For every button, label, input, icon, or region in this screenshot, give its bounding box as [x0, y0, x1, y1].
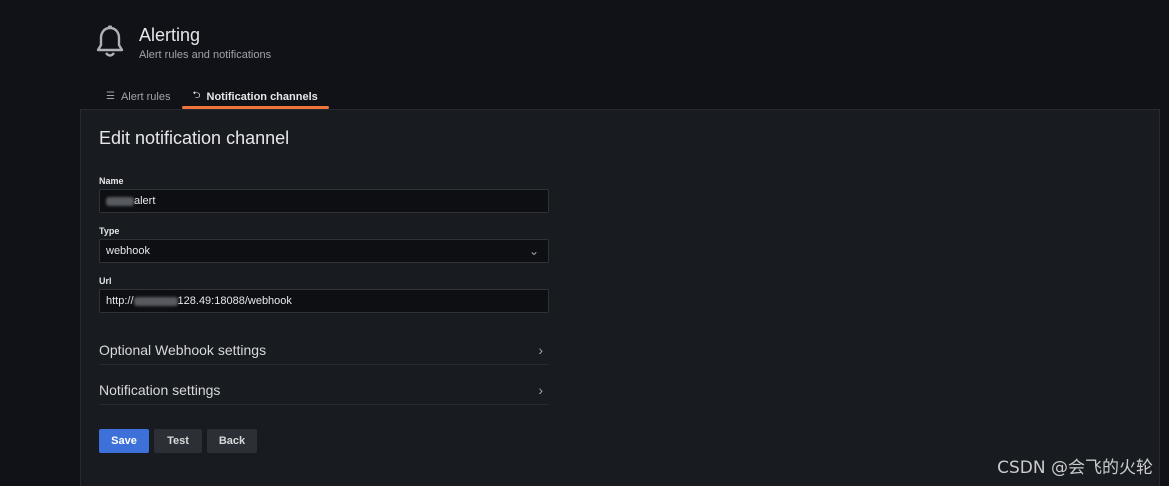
url-prefix: http://	[106, 295, 134, 307]
name-field[interactable]: alert	[99, 189, 549, 213]
url-field[interactable]: http:// 128.49:18088/webhook	[99, 289, 549, 313]
channel-icon: ⮌	[192, 90, 201, 101]
edit-panel: Edit notification channel Name alert Typ…	[80, 109, 1160, 486]
redacted-text	[133, 296, 178, 306]
page-subtitle: Alert rules and notifications	[139, 49, 272, 61]
page-title: Alerting	[139, 25, 201, 45]
tab-alert-rules[interactable]: ☰ Alert rules	[95, 84, 182, 109]
url-label: Url	[99, 276, 112, 286]
back-button[interactable]: Back	[207, 429, 257, 453]
page-header: Alerting Alert rules and notifications	[95, 20, 271, 64]
watermark: CSDN @会飞的火轮	[997, 458, 1153, 478]
url-suffix: 128.49:18088/webhook	[177, 295, 292, 307]
chevron-right-icon: ›	[538, 381, 543, 398]
tab-alert-rules-label: Alert rules	[120, 90, 171, 103]
type-label: Type	[99, 226, 120, 236]
type-select[interactable]: webhook ⌄	[99, 239, 549, 263]
type-value: webhook	[106, 245, 151, 257]
notification-settings-toggle[interactable]: Notification settings ›	[99, 375, 549, 405]
chevron-right-icon: ›	[538, 341, 543, 358]
tab-notification-channels-label: Notification channels	[206, 90, 318, 103]
notification-settings-title: Notification settings	[99, 381, 221, 398]
list-icon: ☰	[106, 91, 115, 102]
optional-webhook-settings-toggle[interactable]: Optional Webhook settings ›	[99, 335, 549, 365]
save-button[interactable]: Save	[99, 429, 149, 453]
tab-notification-channels[interactable]: ⮌ Notification channels	[181, 84, 330, 109]
test-button[interactable]: Test	[154, 429, 202, 453]
header-text: Alerting Alert rules and notifications	[139, 23, 271, 61]
name-value: alert	[134, 195, 156, 207]
tab-bar: ☰ Alert rules ⮌ Notification channels	[95, 84, 330, 109]
optional-webhook-settings-title: Optional Webhook settings	[99, 341, 267, 358]
bell-icon	[96, 25, 124, 57]
name-label: Name	[99, 176, 124, 186]
section-title: Edit notification channel	[99, 128, 290, 148]
chevron-down-icon: ⌄	[528, 244, 539, 258]
redacted-text	[106, 196, 134, 206]
